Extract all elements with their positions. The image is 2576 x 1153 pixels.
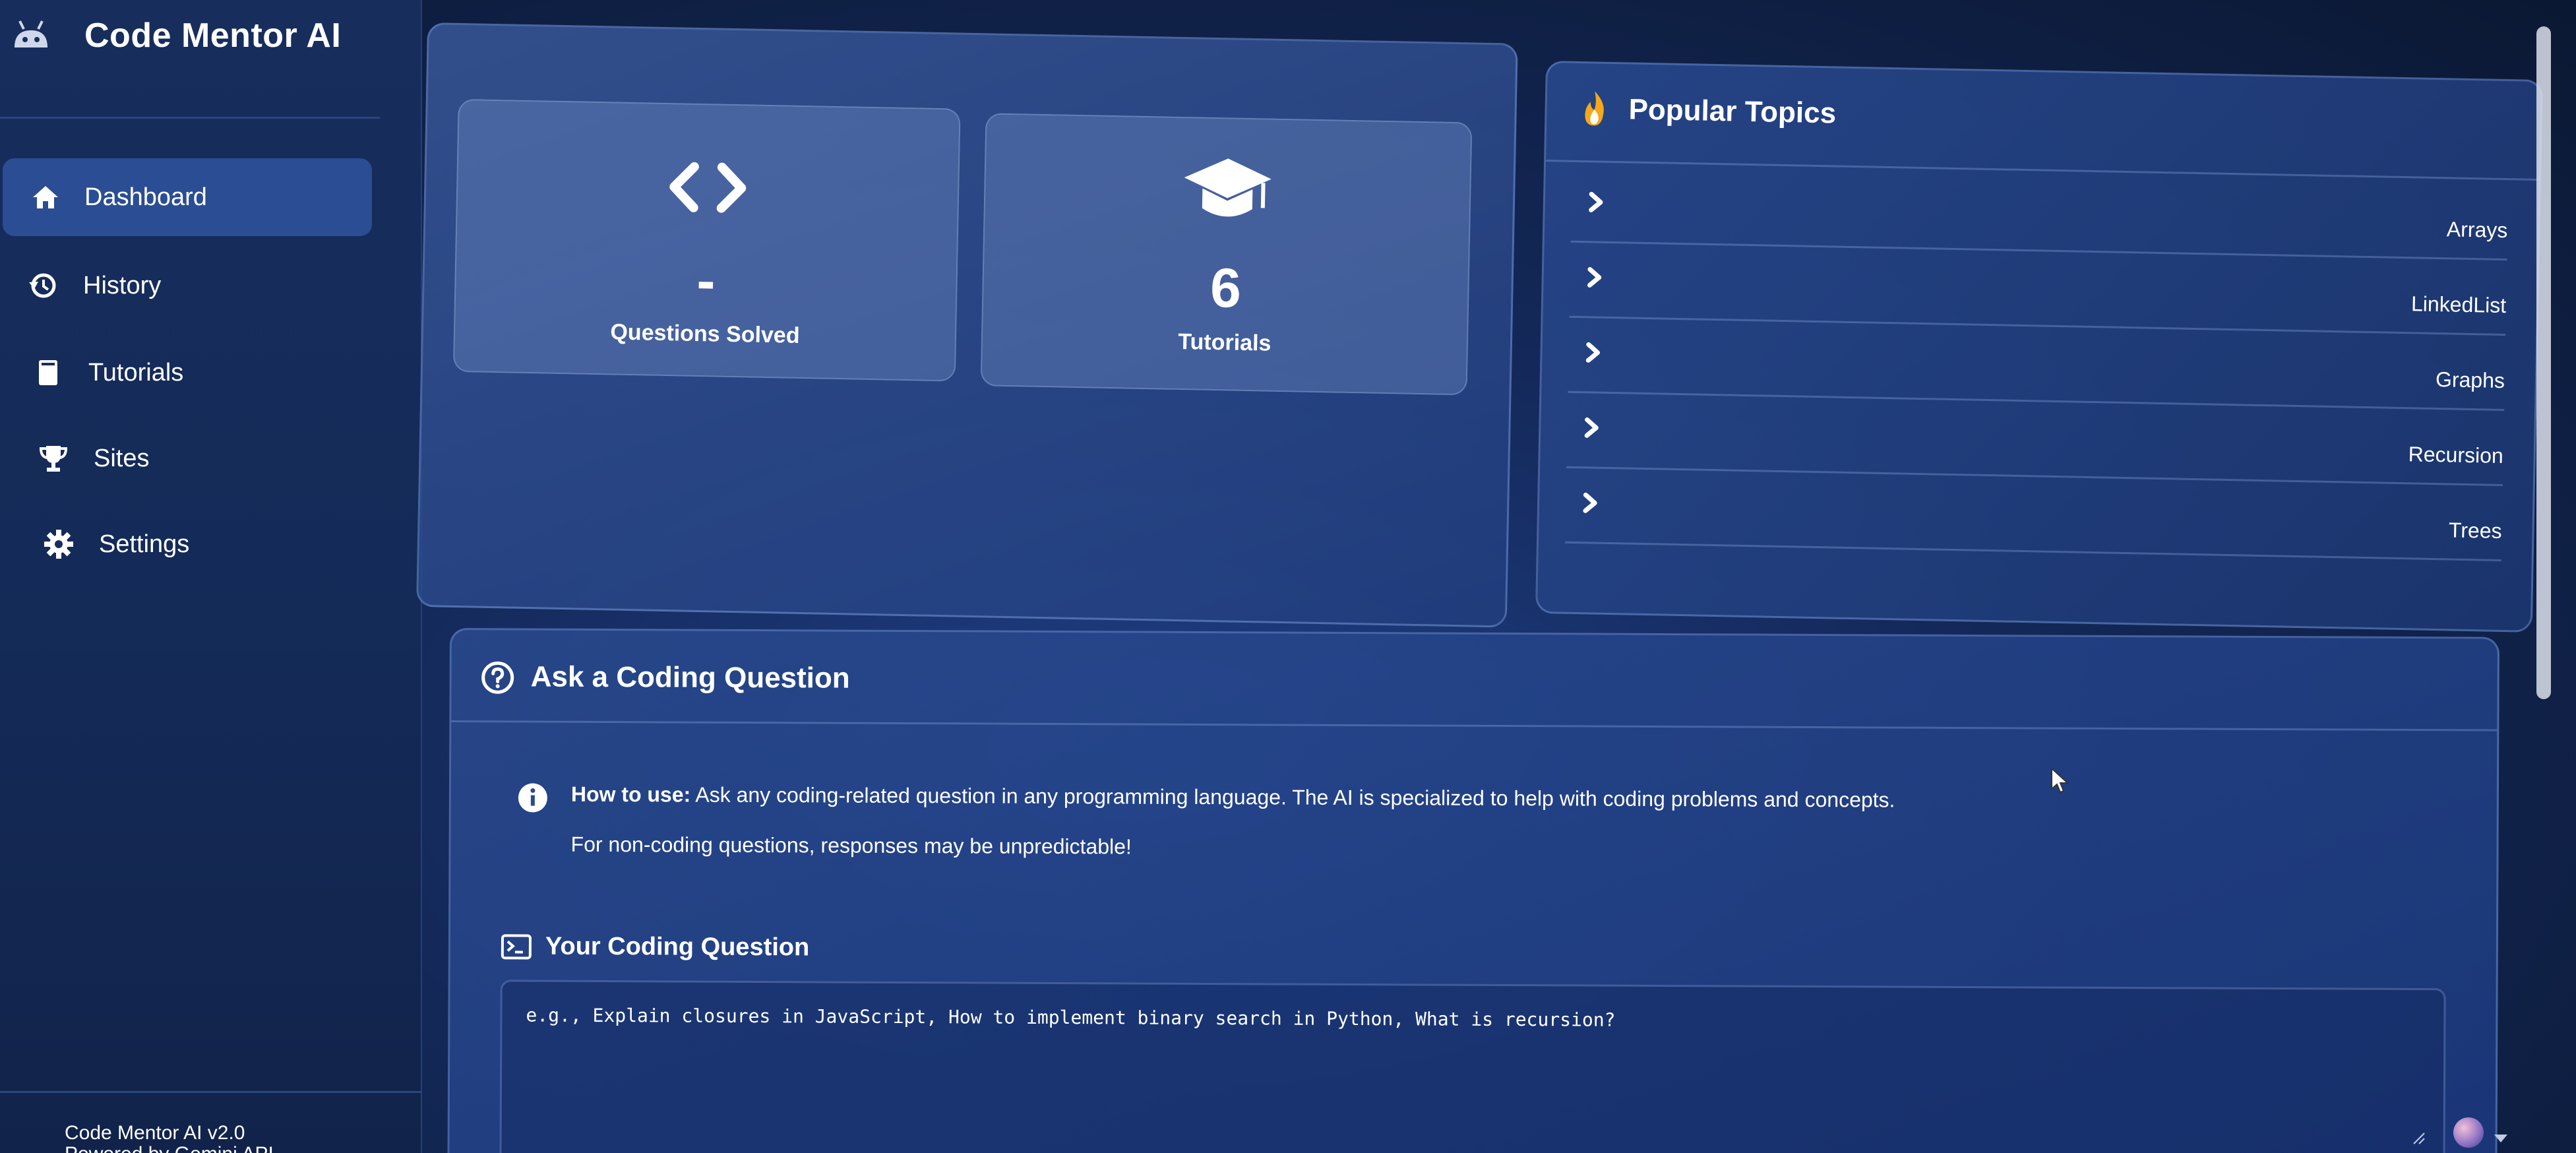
code-icon (457, 153, 958, 222)
chevron-right-icon (1584, 417, 1599, 438)
question-circle-icon (481, 661, 514, 694)
how-to-use-description: Ask any coding-related question in any p… (690, 782, 1895, 812)
topic-label: Recursion (2408, 442, 2504, 468)
questions-solved-value: - (696, 249, 716, 312)
sidebar-item-settings[interactable]: Settings (3, 505, 372, 583)
ask-question-header: Ask a Coding Question (451, 630, 2498, 732)
non-coding-warning: For non-coding questions, responses may … (570, 832, 1132, 859)
trophy-icon (36, 441, 71, 476)
popular-topics-panel: Popular Topics Arrays LinkedList Graphs … (1535, 61, 2543, 633)
ask-question-title: Ask a Coding Question (530, 660, 850, 695)
topic-label: Trees (2448, 518, 2502, 543)
app-title: Code Mentor AI (84, 16, 342, 55)
chevron-right-icon (1587, 266, 1602, 288)
tutorials-count: 6 (1210, 256, 1242, 319)
sidebar-item-label: Dashboard (84, 183, 207, 211)
android-icon (15, 20, 47, 47)
how-to-use-text: How to use: Ask any coding-related quest… (571, 782, 1895, 813)
question-field-label: Your Coding Question (545, 932, 810, 962)
ask-question-panel: Ask a Coding Question How to use: Ask an… (447, 628, 2499, 1153)
topic-label: Arrays (2446, 217, 2508, 243)
info-circle-icon (518, 783, 547, 813)
graduation-cap-icon (985, 147, 1470, 235)
chevron-right-icon (1585, 342, 1601, 363)
tutorials-label: Tutorials (1178, 328, 1272, 356)
popular-topics-title: Popular Topics (1628, 93, 1837, 130)
questions-solved-card: - Questions Solved (452, 98, 961, 382)
tutorials-card: 6 Tutorials (980, 113, 1473, 396)
resize-grip-icon[interactable] (2411, 1131, 2426, 1145)
question-textarea[interactable] (499, 980, 2446, 1153)
questions-solved-label: Questions Solved (610, 319, 800, 348)
avatar[interactable] (2453, 1117, 2484, 1148)
stats-panel: - Questions Solved 6 Tutorials (415, 22, 1518, 628)
sidebar-item-history[interactable]: History (3, 247, 372, 325)
powered-by-text: Powered by Gemini API (65, 1143, 274, 1153)
sidebar-nav: Dashboard History Tutorials Sites Settin… (0, 158, 383, 559)
chevron-right-icon (1589, 191, 1603, 212)
sidebar-item-dashboard[interactable]: Dashboard (3, 158, 372, 236)
popular-topics-header: Popular Topics (1546, 63, 2541, 181)
sidebar-item-tutorials[interactable]: Tutorials (3, 334, 372, 412)
sidebar-footer: Code Mentor AI v2.0 Powered by Gemini AP… (0, 1091, 422, 1153)
sidebar-item-label: History (83, 271, 162, 299)
sidebar: Code Mentor AI Dashboard History Tutoria… (0, 0, 422, 1153)
chevron-down-icon[interactable] (2493, 1133, 2509, 1144)
book-icon (30, 355, 66, 390)
how-to-use-label: How to use: (570, 782, 691, 807)
chevron-right-icon (1583, 492, 1597, 513)
terminal-icon (501, 934, 532, 960)
brand: Code Mentor AI (0, 0, 380, 119)
sidebar-item-label: Settings (99, 530, 190, 558)
sidebar-item-sites[interactable]: Sites (3, 420, 372, 497)
page-scrollbar[interactable] (2536, 26, 2551, 699)
sidebar-item-label: Sites (94, 444, 150, 472)
app-root: Code Mentor AI Dashboard History Tutoria… (0, 0, 2576, 1153)
home-icon (28, 179, 63, 215)
version-text: Code Mentor AI v2.0 (65, 1122, 245, 1144)
topic-label: Graphs (2435, 367, 2505, 392)
topic-label: LinkedList (2410, 292, 2507, 318)
history-icon (25, 268, 61, 303)
mouse-cursor-icon (2051, 766, 2070, 794)
gear-icon (41, 526, 77, 562)
fire-icon (1585, 91, 1604, 126)
sidebar-item-label: Tutorials (88, 358, 184, 387)
